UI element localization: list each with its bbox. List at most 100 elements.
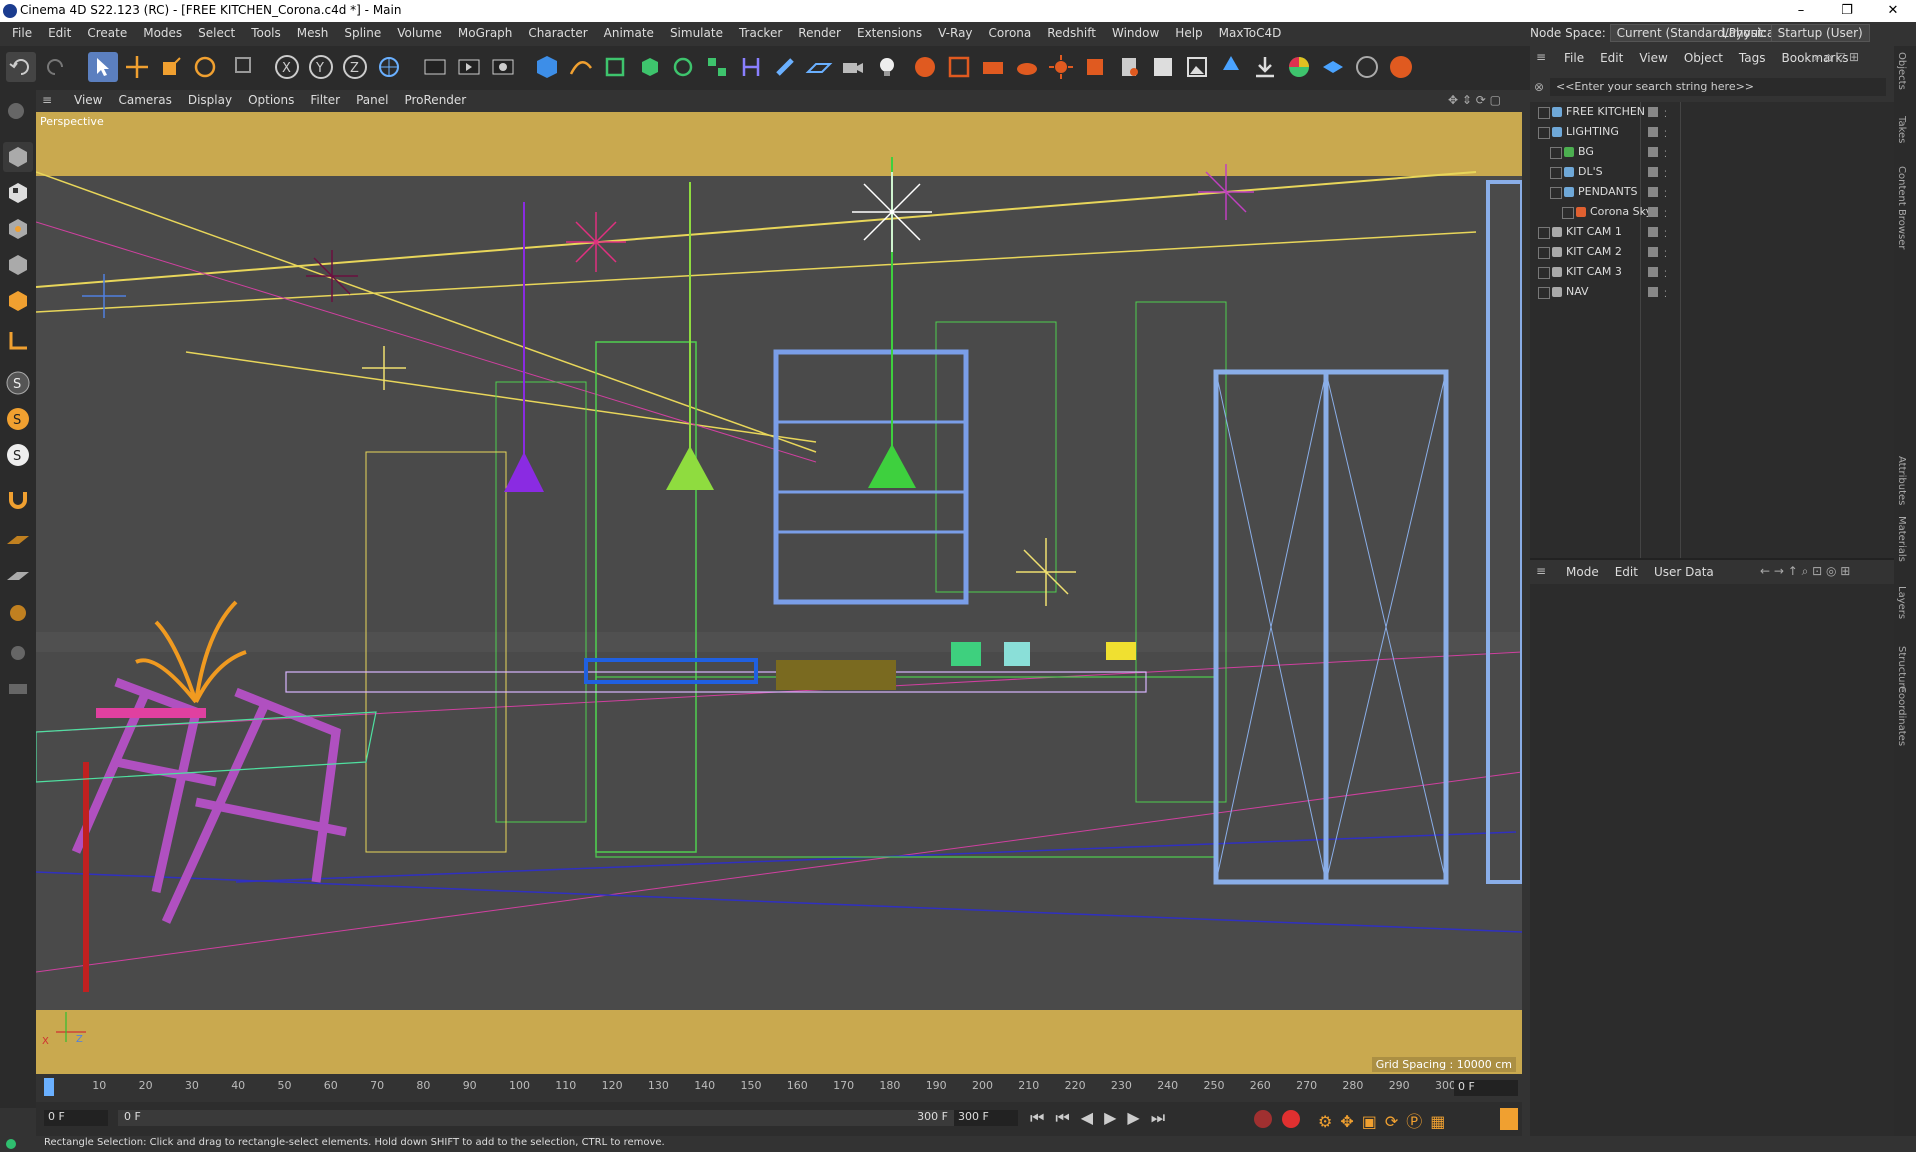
menu-character[interactable]: Character [520, 26, 595, 40]
expand-icon[interactable] [1538, 127, 1550, 139]
paint-icon[interactable] [3, 598, 33, 628]
object-search-input[interactable]: <<Enter your search string here>> [1550, 78, 1886, 96]
side-tab-layers[interactable]: Layers [1896, 586, 1907, 619]
viewport-menu-cameras[interactable]: Cameras [110, 93, 179, 107]
side-tab-takes[interactable]: Takes [1896, 116, 1907, 143]
restore-button[interactable]: ❐ [1824, 0, 1870, 22]
redshift-icon[interactable] [1386, 52, 1416, 82]
object-row[interactable]: KIT CAM 3 ⁚ [1530, 262, 1894, 282]
scale-icon[interactable] [156, 52, 186, 82]
object-name[interactable]: KIT CAM 1 [1566, 222, 1622, 242]
expand-icon[interactable] [1538, 227, 1550, 239]
menu-tracker[interactable]: Tracker [731, 26, 790, 40]
render-picture-viewer-icon[interactable] [454, 52, 484, 82]
panel-menu-icon[interactable]: ≡ [1536, 50, 1546, 64]
menu-tools[interactable]: Tools [243, 26, 289, 40]
subdivision-surface-icon[interactable] [600, 52, 630, 82]
layer-checkbox-icon[interactable] [1648, 287, 1658, 297]
attr-menu-icon[interactable]: ≡ [1536, 564, 1546, 578]
layer-manager-icon[interactable] [1318, 52, 1348, 82]
object-row[interactable]: NAV ⁚ [1530, 282, 1894, 302]
recent-tools-icon[interactable] [230, 52, 260, 82]
object-menu-view[interactable]: View [1631, 51, 1675, 65]
snap-s3-icon[interactable]: S [3, 440, 33, 470]
corona-picture-icon[interactable] [1182, 52, 1212, 82]
expand-icon[interactable] [1550, 187, 1562, 199]
layout-select[interactable]: Startup (User) [1770, 24, 1870, 42]
corona-material-icon[interactable] [1080, 52, 1110, 82]
side-tab-materials[interactable]: Materials [1896, 516, 1907, 562]
record-keys-icon[interactable] [1254, 1110, 1272, 1128]
corona-ipr-icon[interactable] [978, 52, 1008, 82]
search-close-icon[interactable]: ⊗ [1534, 80, 1544, 94]
viewport-menu-display[interactable]: Display [180, 93, 240, 107]
corona-sun-icon[interactable] [1046, 52, 1076, 82]
expand-icon[interactable] [1538, 107, 1550, 119]
make-editable-icon[interactable] [3, 98, 33, 128]
layer-checkbox-icon[interactable] [1648, 127, 1658, 137]
light-icon[interactable] [872, 52, 902, 82]
object-menu-tags[interactable]: Tags [1731, 51, 1774, 65]
current-frame-field[interactable]: 0 F [1454, 1080, 1518, 1096]
corona-tree-icon[interactable] [1216, 52, 1246, 82]
playhead[interactable] [44, 1078, 54, 1096]
layer-checkbox-icon[interactable] [1648, 247, 1658, 257]
menu-volume[interactable]: Volume [389, 26, 450, 40]
playback-controls[interactable]: ⏮⏮◀▶▶⏭ [1030, 1108, 1176, 1128]
texture-mode-icon[interactable] [3, 178, 33, 208]
camera-icon[interactable] [838, 52, 868, 82]
mograph-icon[interactable] [702, 52, 732, 82]
edges-mode-icon[interactable] [3, 250, 33, 280]
3d-viewport[interactable]: Perspective X Z Grid Spacing : 10000 cm [36, 112, 1522, 1074]
object-name[interactable]: FREE KITCHEN [1566, 102, 1645, 122]
workplane-icon[interactable] [3, 526, 33, 556]
color-picker-icon[interactable] [1284, 52, 1314, 82]
side-tab-attributes[interactable]: Attributes [1896, 456, 1907, 505]
object-name[interactable]: LIGHTING [1566, 122, 1619, 142]
magnet-icon[interactable] [3, 484, 33, 514]
object-row[interactable]: Corona Sky ⁚ [1530, 202, 1894, 222]
grid-workplane-icon[interactable] [3, 562, 33, 592]
polygons-mode-icon[interactable] [3, 286, 33, 316]
corona-vfb-icon[interactable] [944, 52, 974, 82]
object-menu-file[interactable]: File [1556, 51, 1592, 65]
layer-checkbox-icon[interactable] [1648, 207, 1658, 217]
menu-help[interactable]: Help [1167, 26, 1210, 40]
layer-checkbox-icon[interactable] [1648, 227, 1658, 237]
menu-modes[interactable]: Modes [135, 26, 190, 40]
timeline-ruler[interactable]: 0102030405060708090100110120130140150160… [36, 1074, 1522, 1102]
object-row[interactable]: LIGHTING ⁚ [1530, 122, 1894, 142]
object-row[interactable]: KIT CAM 2 ⁚ [1530, 242, 1894, 262]
snap-s1-icon[interactable]: S [3, 368, 33, 398]
render-settings-icon[interactable] [488, 52, 518, 82]
model-mode-icon[interactable] [3, 142, 33, 172]
layer-checkbox-icon[interactable] [1648, 187, 1658, 197]
layer-checkbox-icon[interactable] [1648, 267, 1658, 277]
object-row[interactable]: BG ⁚ [1530, 142, 1894, 162]
menu-animate[interactable]: Animate [596, 26, 662, 40]
uv-icon[interactable] [3, 674, 33, 704]
points-mode-icon[interactable] [3, 214, 33, 244]
object-name[interactable]: NAV [1566, 282, 1589, 302]
expand-icon[interactable] [1538, 287, 1550, 299]
menu-edit[interactable]: Edit [40, 26, 79, 40]
cloner-icon[interactable] [668, 52, 698, 82]
hair-icon[interactable] [1352, 52, 1382, 82]
object-row[interactable]: PENDANTS ⁚ [1530, 182, 1894, 202]
layer-checkbox-icon[interactable] [1648, 147, 1658, 157]
object-menu-edit[interactable]: Edit [1592, 51, 1631, 65]
corona-denoiser-icon[interactable] [1148, 52, 1178, 82]
expand-icon[interactable] [1562, 207, 1574, 219]
start-frame-field[interactable]: 0 F [44, 1110, 108, 1126]
attribute-nav-icons[interactable]: ← → ↑ ⌕ ⊡ ◎ ⊞ [1760, 564, 1850, 579]
side-tab-objects[interactable]: Objects [1896, 52, 1907, 90]
expand-icon[interactable] [1550, 167, 1562, 179]
corona-cloud-icon[interactable] [1012, 52, 1042, 82]
menu-file[interactable]: File [4, 26, 40, 40]
object-menu-object[interactable]: Object [1676, 51, 1731, 65]
redo-icon[interactable] [40, 52, 70, 82]
layer-checkbox-icon[interactable] [1648, 167, 1658, 177]
snap-s2-icon[interactable]: S [3, 404, 33, 434]
axis-x-icon[interactable]: X [272, 52, 304, 82]
menu-simulate[interactable]: Simulate [662, 26, 731, 40]
